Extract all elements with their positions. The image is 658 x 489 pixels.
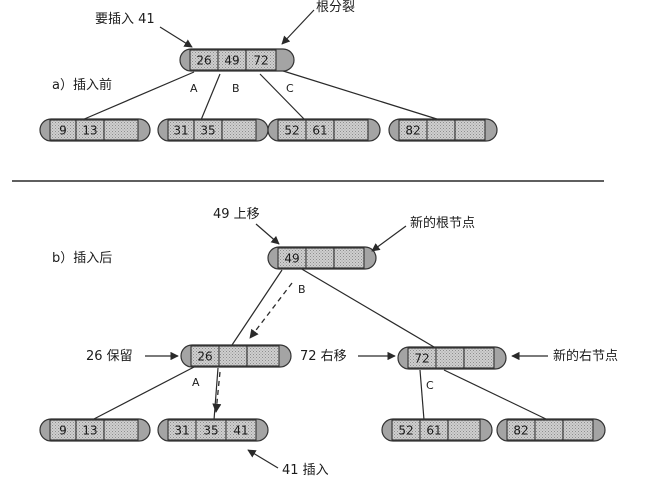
node-key: 31 <box>174 424 189 438</box>
edge-root-leaf2 <box>200 73 221 121</box>
node-key: 35 <box>203 424 218 438</box>
top-leaf-1: 9 13 <box>39 118 151 142</box>
edge-right-leaf3 <box>419 369 425 421</box>
left-node: 26 <box>180 344 292 368</box>
bottom-leaf-3: 52 61 <box>381 418 493 442</box>
edge-root-left <box>231 269 283 346</box>
node-key: 82 <box>405 124 420 138</box>
split-arrow <box>281 9 315 45</box>
new-root-node: 49 <box>267 246 377 270</box>
node-key: 26 <box>196 54 211 68</box>
move-up-49-note: 49 上移 <box>213 207 260 222</box>
top-leaf-2: 31 35 <box>157 118 269 142</box>
root-split-note: 根分裂 <box>316 0 355 15</box>
top-leaf-4: 82 <box>388 118 498 142</box>
keep-26-note: 26 保留 <box>86 349 133 364</box>
node-key: 82 <box>513 424 528 438</box>
after-insert-label: b）插入后 <box>52 251 112 266</box>
node-key: 41 <box>233 424 248 438</box>
node-key: 9 <box>59 424 67 438</box>
node-key: 31 <box>173 124 188 138</box>
node-key: 61 <box>426 424 441 438</box>
bottom-leaf-4: 82 <box>496 418 606 442</box>
insert-41-done-note: 41 插入 <box>282 463 329 478</box>
edge-root-leaf4 <box>279 69 441 121</box>
node-key: 13 <box>82 424 97 438</box>
insert-41-note: 要插入 41 <box>95 12 155 27</box>
node-key: 49 <box>224 54 239 68</box>
new-right-node: 72 <box>397 346 507 370</box>
branch-label-b: B <box>298 283 306 296</box>
node-key: 52 <box>284 124 299 138</box>
bottom-leaf-2: 31 35 41 <box>157 418 269 442</box>
before-insert-label: a）插入前 <box>52 77 112 93</box>
key-move-dashed-arrow <box>249 282 293 339</box>
new-right-node-note: 新的右节点 <box>553 348 618 364</box>
node-key: 61 <box>312 124 327 138</box>
branch-label-a: A <box>190 82 198 95</box>
edge-root-right <box>299 267 435 348</box>
insert-41-done-arrow <box>247 449 279 469</box>
move-right-72-note: 72 右移 <box>300 349 347 364</box>
edge-root-leaf3 <box>259 73 306 121</box>
node-key: 52 <box>398 424 413 438</box>
branch-label-c: C <box>286 82 294 95</box>
node-key: 49 <box>284 252 299 266</box>
move-up-arrow <box>255 223 280 245</box>
btree-split-diagram: a）插入前 A B C 26 49 72 要插入 41 根分裂 9 13 31 … <box>12 0 618 478</box>
branch-label-c: C <box>426 379 434 392</box>
edge-right-leaf4 <box>443 369 549 421</box>
branch-label-a: A <box>192 376 200 389</box>
new-root-note: 新的根节点 <box>410 215 475 231</box>
node-key: 13 <box>82 124 97 138</box>
top-root-node: 26 49 72 <box>179 48 295 72</box>
branch-label-b: B <box>232 82 240 95</box>
before-insert-section: a）插入前 A B C 26 49 72 要插入 41 根分裂 9 13 31 … <box>39 0 498 142</box>
node-key: 26 <box>197 350 212 364</box>
new-root-arrow <box>371 225 407 252</box>
node-key: 35 <box>200 124 215 138</box>
bottom-leaf-1: 9 13 <box>39 418 151 442</box>
after-insert-section: b）插入后 B A C 49 49 上移 新的根节点 26 26 保留 72 7… <box>39 207 618 478</box>
node-key: 72 <box>414 352 429 366</box>
node-key: 9 <box>59 124 67 138</box>
edge-left-leaf1 <box>91 365 197 421</box>
insert-arrow <box>159 26 193 48</box>
top-leaf-3: 52 61 <box>267 118 381 142</box>
node-key: 72 <box>253 54 268 68</box>
